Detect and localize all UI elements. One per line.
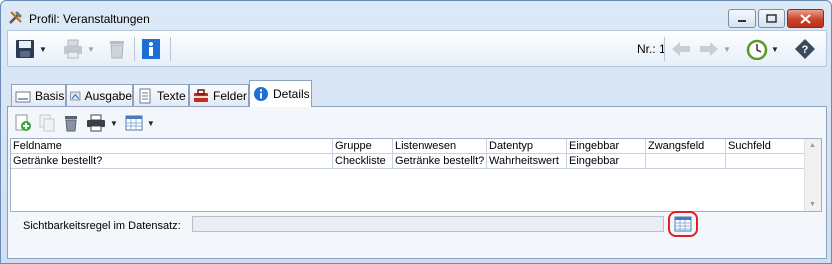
felder-icon [194,88,208,102]
main-toolbar: ▼ ▼ Nr.: 1 ▼ ▼ ? [7,30,827,67]
window-title: Profil: Veranstaltungen [29,12,150,26]
table-view-icon[interactable] [125,114,143,132]
visibility-rule-editor-button[interactable] [668,211,698,237]
minimize-icon [738,19,746,22]
print-icon [64,39,82,59]
table-row[interactable]: Getränke bestellt? Checkliste Getränke b… [11,154,806,169]
cell-feldname[interactable]: Getränke bestellt? [11,154,333,169]
column-header-suchfeld[interactable]: Suchfeld [726,139,806,154]
tab-label: Ausgabe [84,88,132,103]
delete-icon[interactable] [62,114,80,132]
info-icon [142,39,160,59]
column-header-feldname[interactable]: Feldname [11,139,333,154]
tools-icon [9,11,22,24]
previous-record-button[interactable] [670,37,692,61]
column-header-gruppe[interactable]: Gruppe [333,139,393,154]
scroll-up-icon[interactable]: ▲ [809,142,816,149]
tab-texte[interactable]: Texte [133,84,189,106]
tab-label: Details [273,87,310,101]
minimize-button[interactable] [728,9,756,28]
visibility-rule-field[interactable] [192,216,664,232]
add-record-icon[interactable] [14,114,32,132]
arrow-right-icon [700,42,718,56]
maximize-icon [766,14,777,23]
grid-header: Feldname Gruppe Listenwesen Datentyp Ein… [11,139,806,154]
column-header-datentyp[interactable]: Datentyp [487,139,567,154]
cell-suchfeld[interactable] [726,154,806,169]
maximize-button[interactable] [758,9,785,28]
fields-grid: Feldname Gruppe Listenwesen Datentyp Ein… [10,138,822,212]
tab-label: Texte [157,88,186,103]
details-toolbar: ▼ ▼ [14,112,155,134]
ausgabe-icon [70,91,81,100]
tab-basis[interactable]: Basis [11,84,66,106]
tab-felder[interactable]: Felder [189,84,249,106]
save-icon [16,40,34,58]
arrow-left-icon [672,42,690,56]
clock-icon [746,39,768,60]
column-header-eingebbar[interactable]: Eingebbar [567,139,646,154]
close-icon [800,13,811,24]
print-dropdown-arrow[interactable]: ▼ [110,119,118,128]
view-dropdown-arrow[interactable]: ▼ [147,119,155,128]
close-button[interactable] [787,9,824,28]
cell-datentyp[interactable]: Wahrheitswert [487,154,567,169]
cell-listenwesen[interactable]: Getränke bestellt? [393,154,487,169]
print-dropdown-arrow[interactable]: ▼ [87,45,95,54]
print-icon[interactable] [86,114,106,132]
svg-text:?: ? [802,44,809,56]
info-button[interactable] [141,37,161,61]
info-icon [254,87,268,101]
profile-window: Profil: Veranstaltungen ▼ ▼ Nr.: 1 ▼ ▼ ?… [0,0,832,264]
save-dropdown-arrow[interactable]: ▼ [39,45,47,54]
column-header-zwangsfeld[interactable]: Zwangsfeld [646,139,726,154]
save-button[interactable]: ▼ [14,37,47,61]
timer-button[interactable]: ▼ [746,37,779,61]
navigate-dropdown-arrow[interactable]: ▼ [723,45,731,54]
delete-button[interactable] [107,37,127,61]
copy-icon[interactable] [38,114,56,132]
visibility-rule-label: Sichtbarkeitsregel im Datensatz: [23,220,181,232]
record-number: Nr.: 1 [637,42,666,56]
table-edit-icon [674,216,692,232]
tab-label: Felder [213,88,248,103]
tab-ausgabe[interactable]: Ausgabe [66,84,133,106]
help-icon: ? [795,39,815,59]
scroll-down-icon[interactable]: ▼ [809,201,816,208]
next-record-button[interactable]: ▼ [698,37,731,61]
vertical-scrollbar[interactable]: ▲ ▼ [804,139,821,211]
cell-eingebbar[interactable]: Eingebbar [567,154,646,169]
print-button[interactable]: ▼ [62,37,95,61]
texte-icon [139,88,151,103]
column-header-listenwesen[interactable]: Listenwesen [393,139,487,154]
delete-icon [110,41,124,59]
title-bar: Profil: Veranstaltungen [1,1,831,31]
details-panel: ▼ ▼ Feldname Gruppe Listenwesen Datentyp… [7,106,827,259]
tab-details[interactable]: Details [249,80,312,107]
tab-label: Basis [35,88,65,103]
help-button[interactable]: ? [794,37,816,61]
cell-zwangsfeld[interactable] [646,154,726,169]
timer-dropdown-arrow[interactable]: ▼ [771,45,779,54]
cell-gruppe[interactable]: Checkliste [333,154,393,169]
basis-icon [15,91,31,102]
